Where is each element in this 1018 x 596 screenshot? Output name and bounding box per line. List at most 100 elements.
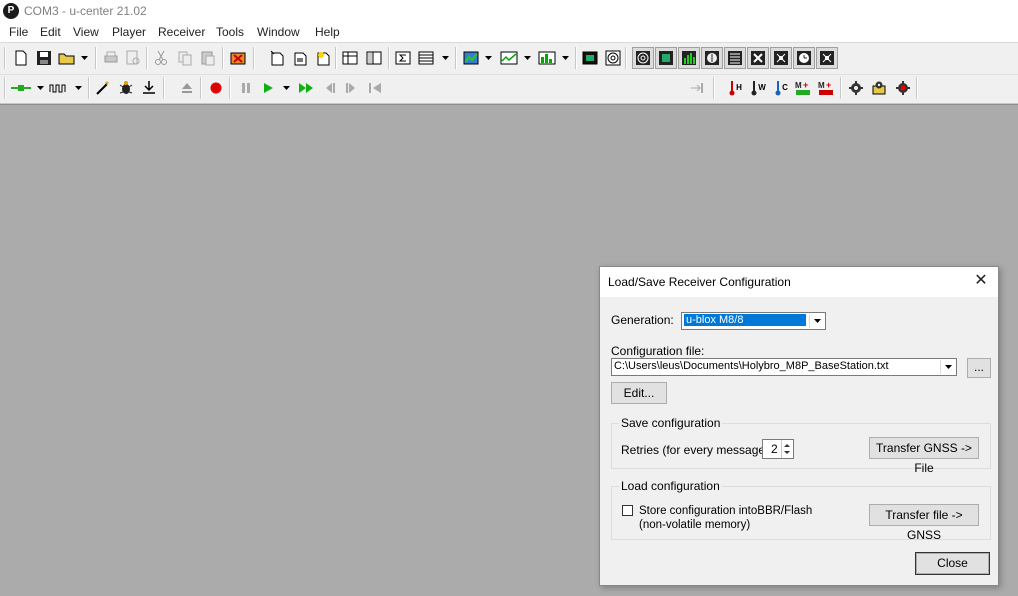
new-file-icon[interactable]	[11, 48, 31, 68]
save-icon[interactable]	[34, 48, 54, 68]
menu-player[interactable]: Player	[111, 25, 147, 39]
generation-value: u-blox M8/8	[684, 314, 806, 326]
hot-start-icon[interactable]: H	[725, 78, 745, 98]
retries-value: 2	[771, 442, 778, 456]
dialog-title: Load/Save Receiver Configuration	[608, 275, 791, 289]
toolbar-separator	[146, 47, 148, 69]
store-config-checkbox[interactable]	[622, 505, 633, 516]
download-icon[interactable]	[139, 78, 159, 98]
open-folder-icon[interactable]	[57, 48, 77, 68]
histogram-view-icon[interactable]	[537, 48, 557, 68]
print-icon[interactable]	[101, 48, 121, 68]
paste-icon[interactable]	[198, 48, 218, 68]
svg-text:M: M	[795, 81, 802, 90]
load-group-label: Load configuration	[619, 479, 722, 493]
step-forward-icon[interactable]	[342, 78, 362, 98]
close-icon[interactable]: ✕	[972, 272, 990, 290]
menu-receiver[interactable]: Receiver	[157, 25, 206, 39]
gear-red-icon[interactable]	[893, 78, 913, 98]
menu-view[interactable]: View	[72, 25, 100, 39]
chart-view-dropdown-icon[interactable]	[523, 48, 531, 68]
pause-icon[interactable]	[236, 78, 256, 98]
table-view-dropdown-icon[interactable]	[441, 48, 449, 68]
bar-chart-icon[interactable]	[678, 47, 700, 69]
edit-button[interactable]: Edit...	[611, 382, 667, 404]
map-view-dropdown-icon[interactable]	[484, 48, 492, 68]
cold-start-icon[interactable]: C	[771, 78, 791, 98]
menu-file[interactable]: File	[8, 25, 29, 39]
rewind-start-icon[interactable]	[365, 78, 385, 98]
data-table-icon[interactable]	[724, 47, 746, 69]
deviation-map-icon[interactable]	[632, 47, 654, 69]
generation-label: Generation:	[611, 313, 674, 327]
stepper-arrows-icon[interactable]	[781, 440, 793, 458]
svg-text:M: M	[818, 81, 825, 90]
debug-bug-icon[interactable]	[116, 78, 136, 98]
import-doc-icon[interactable]	[290, 48, 310, 68]
chevron-down-icon	[940, 360, 955, 374]
table-view-icon[interactable]	[416, 48, 436, 68]
autobauding-wand-icon[interactable]	[93, 78, 113, 98]
close-all-icon[interactable]	[228, 48, 248, 68]
retries-stepper[interactable]: 2	[762, 439, 794, 459]
baudrate-icon[interactable]	[49, 78, 69, 98]
menu-help[interactable]: Help	[314, 25, 341, 39]
menu-edit[interactable]: Edit	[39, 25, 62, 39]
connection-toolbar: H W C M + M +	[0, 75, 1018, 170]
step-back-icon[interactable]	[319, 78, 339, 98]
jump-end-icon[interactable]	[687, 78, 707, 98]
toolbar-separator	[253, 47, 255, 69]
gear-icon[interactable]	[846, 78, 866, 98]
connection-icon[interactable]	[11, 78, 31, 98]
record-icon[interactable]	[206, 78, 226, 98]
toolbar-separator	[455, 47, 457, 69]
camera-view-icon[interactable]	[580, 48, 600, 68]
warm-start-icon[interactable]: W	[748, 78, 768, 98]
save-config-icon[interactable]: M +	[794, 78, 814, 98]
config-file-label: Configuration file:	[611, 344, 705, 358]
crosshair-icon[interactable]	[770, 47, 792, 69]
sky-view-icon[interactable]	[603, 48, 623, 68]
title-bar: P COM3 - u-center 21.02	[0, 0, 1018, 22]
toolbar-separator	[388, 47, 390, 69]
play-dropdown-icon[interactable]	[282, 78, 290, 98]
cut-icon[interactable]	[151, 48, 171, 68]
toolbar-separator	[200, 77, 202, 99]
menu-tools[interactable]: Tools	[215, 25, 245, 39]
packet-view-icon[interactable]	[340, 48, 360, 68]
grid-icon[interactable]	[816, 47, 838, 69]
play-icon[interactable]	[258, 78, 278, 98]
open-dropdown-icon[interactable]	[80, 48, 88, 68]
svg-text:+: +	[803, 80, 808, 90]
toolbar-separator	[575, 47, 577, 69]
menu-window[interactable]: Window	[256, 25, 301, 39]
satellite-icon[interactable]	[747, 47, 769, 69]
transfer-file-to-gnss-button[interactable]: Transfer file -> GNSS	[869, 504, 979, 542]
compass-icon[interactable]	[701, 47, 723, 69]
config-file-combobox[interactable]: C:\Users\leus\Documents\Holybro_M8P_Base…	[611, 358, 957, 376]
clear-config-icon[interactable]: M +	[817, 78, 837, 98]
baudrate-dropdown-icon[interactable]	[74, 78, 82, 98]
toolbar-separator	[840, 77, 842, 99]
chart-view-icon[interactable]	[499, 48, 519, 68]
close-button[interactable]: Close	[915, 552, 990, 575]
print-preview-icon[interactable]	[123, 48, 143, 68]
eject-icon[interactable]	[177, 78, 197, 98]
browse-button[interactable]: ...	[967, 358, 991, 378]
copy-icon[interactable]	[175, 48, 195, 68]
statistics-view-icon[interactable]	[393, 48, 413, 68]
histogram-dropdown-icon[interactable]	[561, 48, 569, 68]
cold-start-label: C	[782, 83, 788, 92]
export-doc-icon[interactable]	[267, 48, 287, 68]
clock-icon[interactable]	[793, 47, 815, 69]
transfer-gnss-to-file-button[interactable]: Transfer GNSS -> File	[869, 437, 979, 475]
map-view-icon[interactable]	[461, 48, 481, 68]
dialog-titlebar: Load/Save Receiver Configuration ✕	[600, 267, 998, 297]
gear-folder-icon[interactable]	[869, 78, 889, 98]
binary-view-icon[interactable]	[364, 48, 384, 68]
fast-forward-icon[interactable]	[296, 78, 316, 98]
connection-dropdown-icon[interactable]	[36, 78, 44, 98]
signal-view-icon[interactable]	[655, 47, 677, 69]
doc-settings-icon[interactable]	[313, 48, 333, 68]
generation-select[interactable]: u-blox M8/8	[681, 312, 826, 330]
